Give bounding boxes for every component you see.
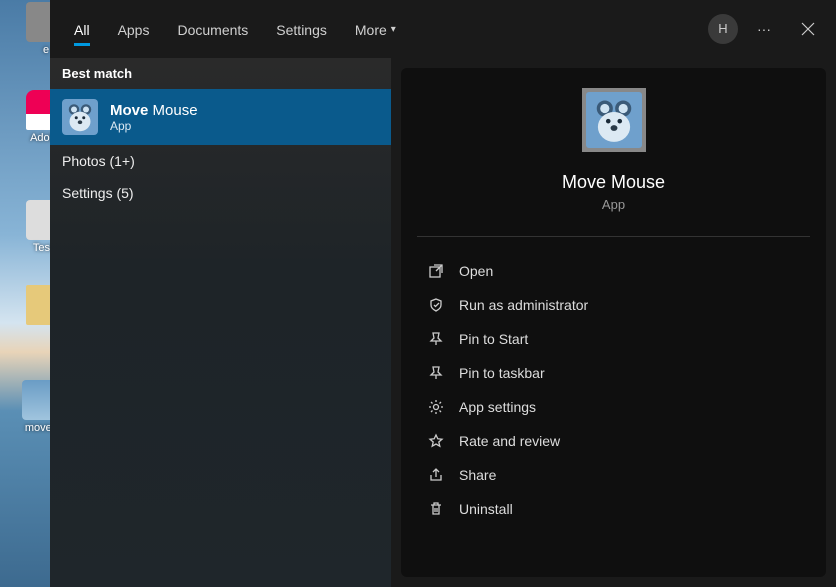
start-search-panel: All Apps Documents Settings More ▾ H ··· Best…	[50, 0, 836, 587]
best-match-subtitle: App	[110, 119, 198, 133]
tab-label: More	[355, 22, 387, 38]
action-label: Share	[459, 467, 496, 483]
admin-icon	[427, 296, 445, 314]
uninstall-icon	[427, 500, 445, 518]
detail-pane: Move Mouse App Open Run as administrator P…	[391, 58, 836, 587]
action-label: App settings	[459, 399, 536, 415]
pin-taskbar-icon	[427, 364, 445, 382]
action-pin-start[interactable]: Pin to Start	[417, 323, 810, 355]
action-label: Rate and review	[459, 433, 560, 449]
action-label: Pin to Start	[459, 331, 528, 347]
chevron-down-icon: ▾	[391, 24, 396, 35]
tab-label: Apps	[118, 22, 150, 38]
action-share[interactable]: Share	[417, 459, 810, 491]
best-match-header: Best match	[50, 58, 391, 89]
mouse-icon	[591, 97, 637, 143]
best-match-title: Move Mouse	[110, 102, 198, 119]
tab-apps[interactable]: Apps	[104, 6, 164, 52]
close-icon	[801, 22, 815, 36]
action-label: Open	[459, 263, 493, 279]
pin-start-icon	[427, 330, 445, 348]
tab-more[interactable]: More ▾	[341, 6, 410, 52]
result-group[interactable]: Photos (1+)	[50, 145, 391, 177]
action-label: Pin to taskbar	[459, 365, 545, 381]
result-group[interactable]: Settings (5)	[50, 177, 391, 209]
app-icon	[62, 99, 98, 135]
more-options-button[interactable]: ···	[746, 14, 782, 44]
action-label: Uninstall	[459, 501, 513, 517]
tab-settings[interactable]: Settings	[262, 6, 341, 52]
settings-icon	[427, 398, 445, 416]
tab-all[interactable]: All	[60, 6, 104, 52]
action-uninstall[interactable]: Uninstall	[417, 493, 810, 525]
tab-label: All	[74, 22, 90, 38]
ellipsis-icon: ···	[757, 21, 771, 37]
action-settings[interactable]: App settings	[417, 391, 810, 423]
top-bar: All Apps Documents Settings More ▾ H ···	[50, 0, 836, 58]
tab-label: Settings	[276, 22, 327, 38]
action-pin-taskbar[interactable]: Pin to taskbar	[417, 357, 810, 389]
close-button[interactable]	[790, 14, 826, 44]
tab-label: Documents	[177, 22, 248, 38]
star-icon	[427, 432, 445, 450]
detail-subtitle: App	[602, 197, 625, 212]
share-icon	[427, 466, 445, 484]
action-open[interactable]: Open	[417, 255, 810, 287]
best-match-row[interactable]: Move Mouse App	[50, 89, 391, 145]
tab-documents[interactable]: Documents	[163, 6, 262, 52]
action-label: Run as administrator	[459, 297, 588, 313]
results-pane: Best match Move Mouse App	[50, 58, 391, 587]
detail-app-icon	[582, 88, 646, 152]
filter-tabs: All Apps Documents Settings More ▾	[60, 6, 410, 52]
open-icon	[427, 262, 445, 280]
mouse-icon	[65, 102, 95, 132]
user-avatar[interactable]: H	[708, 14, 738, 44]
detail-card: Move Mouse App Open Run as administrator P…	[401, 68, 826, 577]
detail-title: Move Mouse	[562, 172, 665, 193]
action-admin[interactable]: Run as administrator	[417, 289, 810, 321]
action-star[interactable]: Rate and review	[417, 425, 810, 457]
